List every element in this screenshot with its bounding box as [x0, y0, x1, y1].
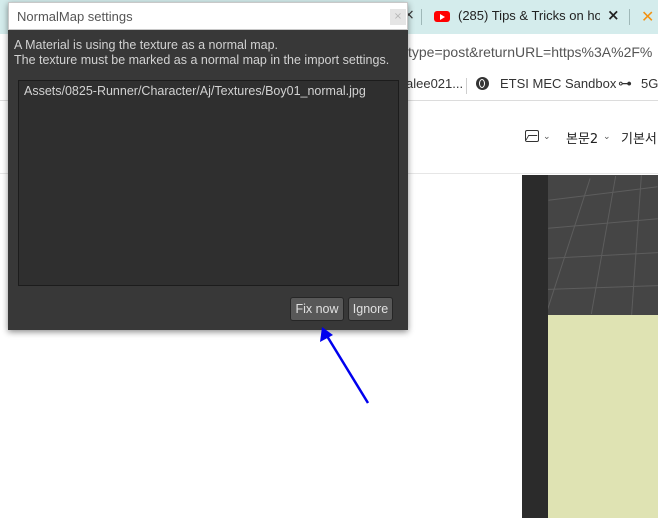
paragraph-style-select[interactable]: 본문2 [566, 128, 598, 147]
bookmark-item[interactable]: 5G [641, 76, 658, 91]
bookmark-separator [466, 78, 467, 94]
dialog-title: NormalMap settings [17, 9, 133, 24]
url-text[interactable]: type=post&returnURL=https%3A%2F% [408, 44, 652, 60]
dumbbell-icon: ⊶ [618, 76, 632, 92]
scene-ground-plane [548, 315, 658, 518]
dialog-message-line2: The texture must be marked as a normal m… [14, 53, 390, 67]
globe-icon [476, 77, 489, 90]
dialog-titlebar[interactable]: NormalMap settings × [8, 2, 408, 30]
chevron-down-icon[interactable]: ⌄ [543, 132, 551, 142]
close-icon[interactable]: × [390, 9, 406, 25]
bookmark-item[interactable]: ETSI MEC Sandbox [500, 76, 616, 91]
ignore-button[interactable]: Ignore [348, 297, 393, 321]
font-select[interactable]: 기본서 [621, 128, 657, 147]
dialog-message-line1: A Material is using the texture as a nor… [14, 38, 279, 52]
texture-list[interactable]: Assets/0825-Runner/Character/Aj/Textures… [18, 80, 399, 286]
list-item[interactable]: Assets/0825-Runner/Character/Aj/Textures… [24, 84, 366, 98]
image-icon[interactable] [525, 130, 539, 142]
tab-separator [421, 9, 422, 25]
tab-title[interactable]: (285) Tips & Tricks on how [458, 8, 600, 23]
tab-close-icon[interactable]: × [607, 6, 620, 24]
chevron-down-icon[interactable]: ⌄ [603, 132, 611, 142]
youtube-icon [434, 11, 450, 22]
fix-now-button[interactable]: Fix now [290, 297, 344, 321]
bookmark-item[interactable]: alee021... [406, 76, 463, 91]
next-tab-favicon-icon[interactable]: ✕ [641, 7, 654, 26]
normalmap-settings-dialog: NormalMap settings × A Material is using… [8, 2, 408, 330]
tab-separator [629, 9, 630, 25]
